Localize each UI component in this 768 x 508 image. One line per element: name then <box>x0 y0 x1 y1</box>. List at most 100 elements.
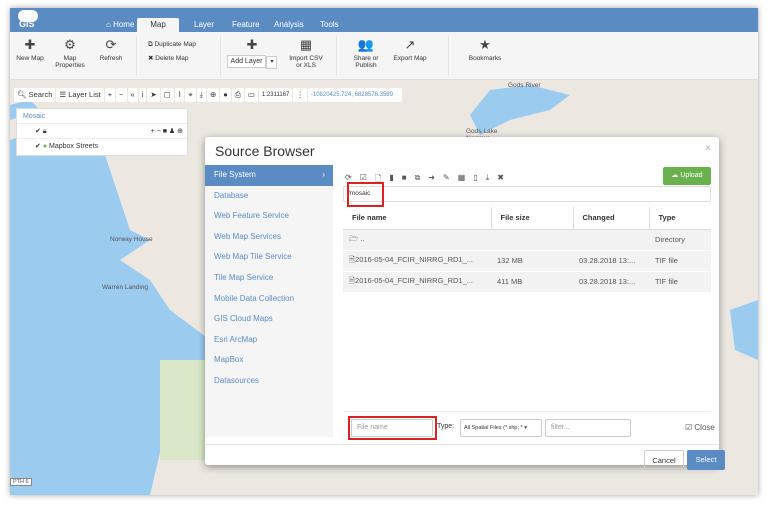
ribbon: ✚ New Map ⚙ Map Properties ⟳ Refresh ⧉ Dupl… <box>10 32 758 80</box>
collapse-icon[interactable]: « <box>127 88 138 102</box>
info-icon[interactable]: i <box>138 88 147 102</box>
delete-map-button[interactable]: ✖ Delete Map <box>148 55 189 62</box>
tab-map[interactable]: Map <box>137 18 179 32</box>
layer-item[interactable]: ✔ ● Mapbox Streets <box>17 139 187 155</box>
refresh-icon: ⟳ <box>105 37 117 52</box>
file-icon[interactable]: ▮ <box>389 173 393 187</box>
print-icon[interactable]: ⎙ <box>231 88 244 102</box>
bookmarks-button[interactable]: ★ Bookmarks <box>465 38 505 63</box>
lock-icon[interactable]: 🔒︎ <box>43 128 47 135</box>
tab-tools[interactable]: Tools <box>312 18 347 32</box>
column-header[interactable]: File size <box>490 207 573 230</box>
sidebar-item[interactable]: Datasources <box>205 371 333 392</box>
table-row[interactable]: 🗁 .. Directory <box>343 229 711 251</box>
column-header[interactable]: Changed <box>572 207 649 230</box>
checkbox-icon: ☑ <box>685 423 695 432</box>
select-button[interactable]: Select <box>687 450 725 470</box>
folder-open-icon: 🗁 <box>349 234 361 243</box>
filter-input[interactable]: filter... <box>545 419 631 437</box>
type-select[interactable]: All Spatial Files (*.shp; * ▾ <box>460 419 542 437</box>
copy-icon[interactable]: ⧉ <box>415 173 421 187</box>
file-download-icon[interactable]: ▯ <box>473 173 477 187</box>
close-icon[interactable]: × <box>705 143 711 154</box>
gear-icon: ⚙ <box>64 37 76 52</box>
export-icon: ↗ <box>404 37 416 52</box>
globe-icon[interactable]: ● <box>220 88 231 102</box>
close-checkbox[interactable]: ☑ Close <box>685 423 715 432</box>
import-csv-button[interactable]: ▦ Import CSV or XLS <box>288 37 324 70</box>
dialog-title: Source Browser <box>215 143 315 159</box>
download-icon[interactable]: ⤓ <box>196 88 206 102</box>
map-label: Warren Landing <box>102 284 149 291</box>
sidebar-item[interactable]: Esri ArcMap <box>205 330 333 351</box>
map-toolbar: 🔍︎ Search ☰ Layer List + − «i ➤ ▢ ⌇ ⌖ ⤓ ⊕ ● ⎙ ▭ 1:2… <box>14 88 402 102</box>
select-box-icon[interactable]: ▢ <box>160 88 174 102</box>
sidebar-item[interactable]: MapBox <box>205 350 333 371</box>
check-icon[interactable]: ✔ <box>35 128 41 135</box>
share-button[interactable]: 👥 Share or Publish <box>348 38 384 70</box>
source-browser-dialog: Source Browser × File System › Database W… <box>205 137 725 470</box>
caret-down-icon: ▾ <box>524 425 527 431</box>
pointer-icon[interactable]: ➤ <box>147 88 160 102</box>
folder-icon[interactable]: ■ <box>402 173 407 187</box>
check-icon[interactable]: ✔ <box>35 143 43 150</box>
type-label: Type: <box>437 423 455 430</box>
gis-logo[interactable]: GIS <box>16 10 40 29</box>
tab-layer[interactable]: Layer <box>186 18 222 32</box>
search-button[interactable]: 🔍︎ Search <box>14 88 56 102</box>
table-row[interactable]: 🗎2016-05-04_FCIR_NIRRG_RD1_... 411 MB 03.2… <box>343 271 711 293</box>
upload-button[interactable]: ☁ Upload <box>663 167 711 185</box>
new-map-button[interactable]: ✚ New Map <box>14 37 46 63</box>
home-icon: ⌂ <box>106 20 114 29</box>
delete-icon[interactable]: ✖ <box>497 173 504 187</box>
add-layer-button[interactable]: ✚ Add Layer ▾ <box>225 38 279 69</box>
table-icon[interactable]: ▦ <box>458 173 466 187</box>
refresh-button[interactable]: ⟳ Refresh <box>94 37 128 63</box>
arrow-circle-icon[interactable]: ➜ <box>428 173 435 187</box>
chevron-down-icon[interactable]: ▾ <box>266 56 278 69</box>
cancel-button[interactable]: Cancel <box>644 450 684 470</box>
export-map-button[interactable]: ↗ Export Map <box>390 37 430 63</box>
app-window: GIS ⌂ Home Map Layer Feature Analysis To… <box>10 8 758 495</box>
chevron-right-icon: › <box>322 170 325 179</box>
duplicate-map-button[interactable]: ⧉ Duplicate Map <box>148 41 196 48</box>
map-properties-button[interactable]: ⚙ Map Properties <box>52 37 88 70</box>
list-icon: ☰ <box>59 90 69 99</box>
scale-readout: 1:2311167 <box>258 88 293 102</box>
tab-home[interactable]: ⌂ Home <box>98 18 142 32</box>
column-header[interactable]: File name <box>343 207 491 230</box>
layer-list-button[interactable]: ☰ Layer List <box>56 88 104 102</box>
measure-icon[interactable]: ⌇ <box>174 88 185 102</box>
screen-icon[interactable]: ▭ <box>244 88 258 102</box>
sidebar-item[interactable]: Web Feature Service <box>205 206 333 227</box>
header-bar: GIS ⌂ Home Map Layer Feature Analysis To… <box>10 8 758 32</box>
sidebar-item[interactable]: Web Map Tile Service <box>205 247 333 268</box>
sidebar-item[interactable]: Web Map Services <box>205 227 333 248</box>
column-header[interactable]: Type <box>648 207 711 230</box>
path-input[interactable]: /mosaic <box>343 186 711 202</box>
sidebar-item[interactable]: Database <box>205 186 333 207</box>
sidebar-item[interactable]: GIS Cloud Maps <box>205 309 333 330</box>
table-row[interactable]: 🗎2016-05-04_FCIR_NIRRG_RD1_... 132 MB 03.2… <box>343 250 711 272</box>
layer-actions[interactable]: + − ■ ♟ ⊕ <box>151 124 183 139</box>
plus-icon: ✚ <box>24 37 36 52</box>
layer-group-controls: ✔ 🔒︎ + − ■ ♟ ⊕ <box>17 124 187 139</box>
file-table: File name File size Changed Type 🗁 .. Direct… <box>343 207 711 293</box>
more-icon[interactable]: ⋮ <box>293 88 307 102</box>
sidebar-item[interactable]: Mobile Data Collection <box>205 289 333 310</box>
search-icon: 🔍︎ <box>17 90 29 99</box>
zoom-icon[interactable]: ⊕ <box>206 88 220 102</box>
layer-group-title[interactable]: Mosaic <box>17 109 187 124</box>
zoom-in-icon[interactable]: + <box>104 88 116 102</box>
table-icon: ▦ <box>299 37 313 52</box>
download-icon[interactable]: ⤓ <box>486 173 490 187</box>
road-label: PTH 6 <box>10 478 32 486</box>
zoom-out-icon[interactable]: − <box>116 88 127 102</box>
plus-icon: ✚ <box>246 37 258 52</box>
sidebar-item[interactable]: Tile Map Service <box>205 268 333 289</box>
tab-feature[interactable]: Feature <box>224 18 268 32</box>
sidebar-item-file-system[interactable]: File System › <box>205 165 333 186</box>
edit-icon[interactable]: ✎ <box>443 173 450 187</box>
tab-analysis[interactable]: Analysis <box>266 18 312 32</box>
locate-icon[interactable]: ⌖ <box>185 88 196 102</box>
